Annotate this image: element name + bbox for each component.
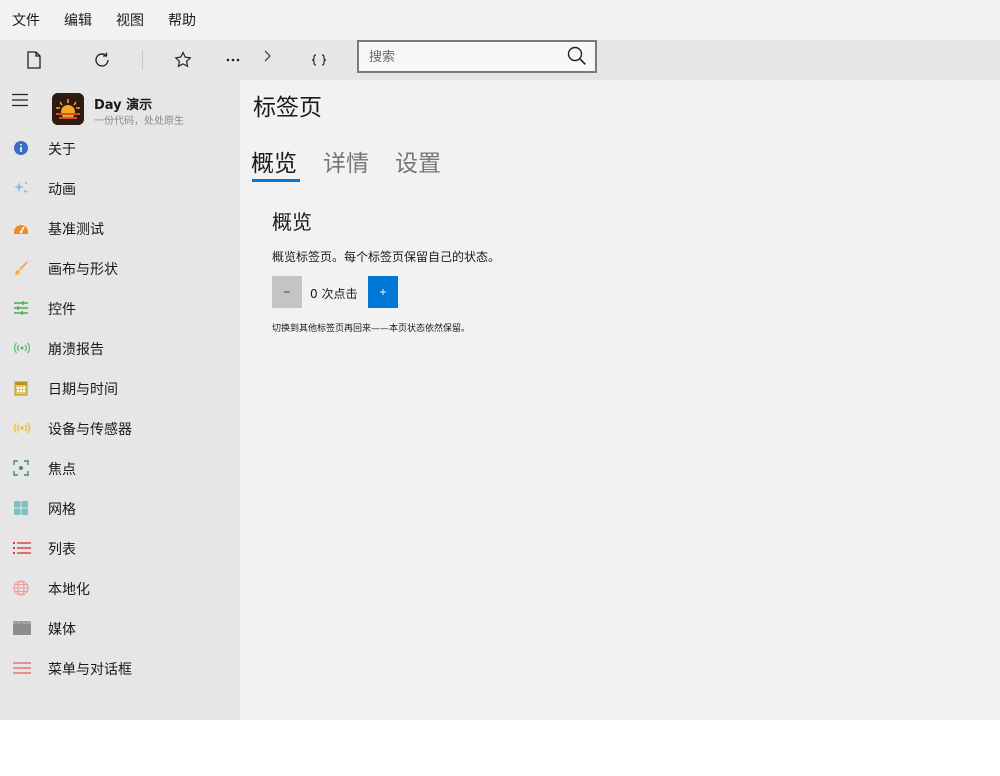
- sidebar-item-label: 媒体: [48, 622, 76, 638]
- toolbar-separator: [142, 50, 143, 70]
- increment-button[interactable]: +: [368, 276, 398, 308]
- sidebar-item-label: 焦点: [48, 462, 76, 478]
- page-title: 标签页: [253, 95, 322, 121]
- sidebar-item-crash-report[interactable]: 崩溃报告: [0, 328, 240, 368]
- sidebar-item-benchmark[interactable]: 基准测试: [0, 208, 240, 248]
- section-description: 概览标签页。每个标签页保留自己的状态。: [272, 250, 501, 264]
- sensor-icon: [13, 420, 30, 436]
- click-counter: 0 次点击: [310, 287, 358, 301]
- app-logo: [52, 93, 84, 125]
- sidebar-item-grid[interactable]: 网格: [0, 488, 240, 528]
- tab-overview[interactable]: 概览: [251, 144, 297, 178]
- focus-icon: [13, 460, 29, 476]
- menu-bar: 文件 编辑 视图 帮助: [0, 0, 1000, 40]
- braces-icon[interactable]: [307, 48, 331, 72]
- clapperboard-icon: [13, 620, 31, 636]
- sidebar-item-label: 关于: [48, 142, 76, 158]
- globe-icon: [13, 580, 29, 596]
- tab-details[interactable]: 详情: [323, 144, 369, 178]
- chevron-right-icon[interactable]: [255, 44, 279, 68]
- decrement-button[interactable]: −: [272, 276, 302, 308]
- menu-help[interactable]: 帮助: [168, 10, 196, 30]
- info-icon: [13, 140, 29, 156]
- menu-file[interactable]: 文件: [12, 10, 40, 30]
- search-box: [357, 40, 597, 73]
- app-subtitle: 一份代码，处处原生: [94, 116, 184, 127]
- sidebar-item-controls[interactable]: 控件: [0, 288, 240, 328]
- menu-edit[interactable]: 编辑: [64, 10, 92, 30]
- list-icon: [13, 540, 31, 556]
- sidebar-item-canvas[interactable]: 画布与形状: [0, 248, 240, 288]
- sidebar-item-label: 基准测试: [48, 222, 104, 238]
- sidebar-item-label: 控件: [48, 302, 76, 318]
- star-icon[interactable]: [171, 48, 195, 72]
- broadcast-icon: [13, 340, 30, 356]
- state-note: 切换到其他标签页再回来——本页状态依然保留。: [272, 324, 471, 334]
- menu-lines-icon: [13, 660, 31, 676]
- sidebar-item-label: 画布与形状: [48, 262, 118, 278]
- more-icon[interactable]: [221, 48, 245, 72]
- sidebar-item-devices[interactable]: 设备与传感器: [0, 408, 240, 448]
- sidebar-item-label: 菜单与对话框: [48, 662, 132, 678]
- sidebar-item-label: 崩溃报告: [48, 342, 104, 358]
- grid-icon: [13, 500, 29, 516]
- sidebar-item-datetime[interactable]: 日期与时间: [0, 368, 240, 408]
- speedometer-icon: [13, 220, 29, 236]
- sidebar-item-menus-dialogs[interactable]: 菜单与对话框: [0, 648, 240, 688]
- section-title: 概览: [272, 210, 312, 234]
- app-name: Day 演示: [94, 98, 153, 113]
- sidebar-item-focus[interactable]: 焦点: [0, 448, 240, 488]
- sidebar-item-label: 列表: [48, 542, 76, 558]
- search-icon[interactable]: [567, 46, 587, 70]
- sliders-icon: [13, 300, 29, 316]
- sidebar-item-label: 网格: [48, 502, 76, 518]
- sidebar-item-label: 设备与传感器: [48, 422, 132, 438]
- toolbar: [0, 40, 1000, 80]
- sidebar-item-animation[interactable]: 动画: [0, 168, 240, 208]
- search-input[interactable]: [367, 46, 561, 68]
- tab-settings[interactable]: 设置: [395, 144, 441, 178]
- sidebar-item-about[interactable]: 关于: [0, 128, 240, 168]
- calendar-icon: [13, 380, 29, 396]
- hamburger-menu-icon[interactable]: [12, 92, 28, 111]
- sidebar-item-label: 日期与时间: [48, 382, 118, 398]
- sidebar-item-list[interactable]: 列表: [0, 528, 240, 568]
- brush-icon: [13, 260, 29, 276]
- sparkle-icon: [13, 180, 29, 196]
- sidebar-item-label: 本地化: [48, 582, 90, 598]
- sidebar-item-localization[interactable]: 本地化: [0, 568, 240, 608]
- new-page-icon[interactable]: [22, 48, 46, 72]
- main-content: 标签页 概览 详情 设置 概览 概览标签页。每个标签页保留自己的状态。 − 0 …: [240, 80, 1000, 720]
- sidebar-item-media[interactable]: 媒体: [0, 608, 240, 648]
- active-tab-indicator: [252, 179, 300, 182]
- menu-view[interactable]: 视图: [116, 10, 144, 30]
- refresh-icon[interactable]: [90, 48, 114, 72]
- sidebar-item-label: 动画: [48, 182, 76, 198]
- sidebar: Day 演示 一份代码，处处原生 关于 动画 基准测试 画布与形状 控件 崩溃报…: [0, 80, 240, 720]
